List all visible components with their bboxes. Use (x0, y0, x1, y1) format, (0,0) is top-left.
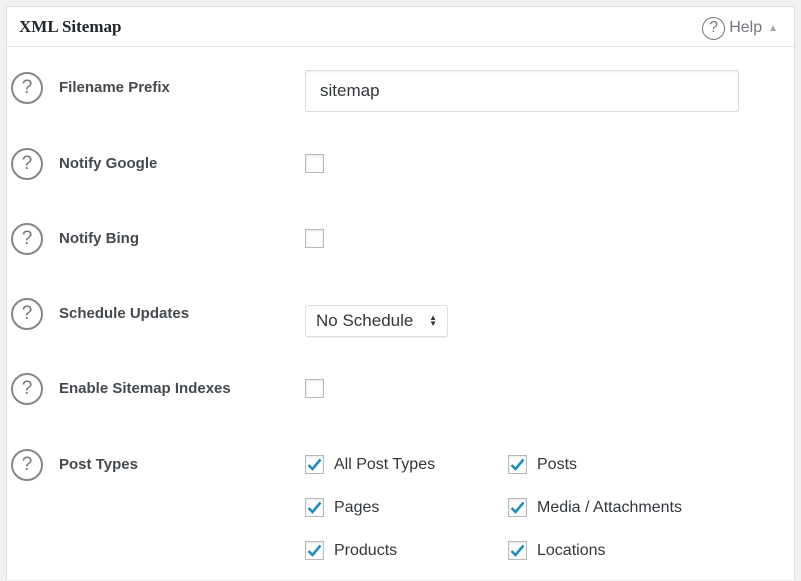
help-label: Help (729, 19, 763, 36)
panel-title: XML Sitemap (19, 17, 122, 36)
post-type-checkbox[interactable] (508, 455, 527, 474)
post-type-checkbox[interactable] (305, 455, 324, 474)
notify-google-row: ? Notify Google (7, 146, 794, 186)
checkmark-icon (307, 458, 322, 471)
post-type-option[interactable]: Pages (305, 498, 379, 517)
help-toggle-button[interactable]: ? Help ▲ (702, 16, 778, 40)
post-type-label: Locations (537, 541, 606, 559)
panel-header: XML Sitemap ? Help ▲ (7, 7, 794, 47)
post-type-option[interactable]: Media / Attachments (508, 498, 682, 517)
post-type-label: Pages (334, 498, 380, 516)
post-type-label: Media / Attachments (537, 498, 682, 516)
select-arrows-icon: ▲ ▼ (429, 313, 437, 328)
notify-bing-checkbox[interactable] (305, 229, 324, 248)
enable-indexes-help-icon[interactable]: ? (11, 373, 43, 405)
question-mark-circle-icon: ? (702, 16, 726, 40)
schedule-updates-label: Schedule Updates (59, 305, 190, 322)
post-type-label: Products (334, 541, 398, 559)
checkmark-icon (307, 544, 322, 557)
checkmark-icon (307, 501, 322, 514)
filename-prefix-input[interactable] (305, 70, 739, 112)
schedule-updates-select[interactable]: No Schedule ▲ ▼ (305, 305, 448, 337)
notify-google-checkbox[interactable] (305, 154, 324, 173)
triangle-up-icon: ▲ (768, 22, 778, 34)
post-type-label: Posts (537, 455, 578, 473)
notify-google-help-icon[interactable]: ? (11, 148, 43, 180)
schedule-updates-help-icon[interactable]: ? (11, 298, 43, 330)
post-types-help-icon[interactable]: ? (11, 449, 43, 481)
filename-prefix-help-icon[interactable]: ? (11, 72, 43, 104)
post-types-label: Post Types (59, 456, 138, 473)
checkmark-icon (510, 458, 525, 471)
filename-prefix-row: ? Filename Prefix (7, 70, 794, 112)
post-type-option[interactable]: Posts (508, 455, 577, 474)
xml-sitemap-panel: XML Sitemap ? Help ▲ ? Filename Prefix ?… (6, 6, 795, 580)
post-type-label: All Post Types (334, 455, 436, 473)
post-type-option[interactable]: All Post Types (305, 455, 435, 474)
notify-bing-row: ? Notify Bing (7, 221, 794, 261)
enable-indexes-row: ? Enable Sitemap Indexes (7, 371, 794, 411)
filename-prefix-label: Filename Prefix (59, 79, 170, 96)
enable-indexes-label: Enable Sitemap Indexes (59, 380, 231, 397)
notify-google-label: Notify Google (59, 155, 158, 172)
post-type-checkbox[interactable] (508, 541, 527, 560)
post-type-checkbox[interactable] (305, 541, 324, 560)
post-types-row: ? Post Types All Post Types Posts Pages … (7, 447, 794, 581)
checkmark-icon (510, 544, 525, 557)
post-type-checkbox[interactable] (305, 498, 324, 517)
post-type-checkbox[interactable] (508, 498, 527, 517)
notify-bing-help-icon[interactable]: ? (11, 223, 43, 255)
schedule-updates-value: No Schedule (316, 311, 414, 330)
post-type-option[interactable]: Products (305, 541, 397, 560)
checkmark-icon (510, 501, 525, 514)
enable-indexes-checkbox[interactable] (305, 379, 324, 398)
notify-bing-label: Notify Bing (59, 230, 139, 247)
post-type-option[interactable]: Locations (508, 541, 606, 560)
schedule-updates-row: ? Schedule Updates No Schedule ▲ ▼ (7, 296, 794, 337)
